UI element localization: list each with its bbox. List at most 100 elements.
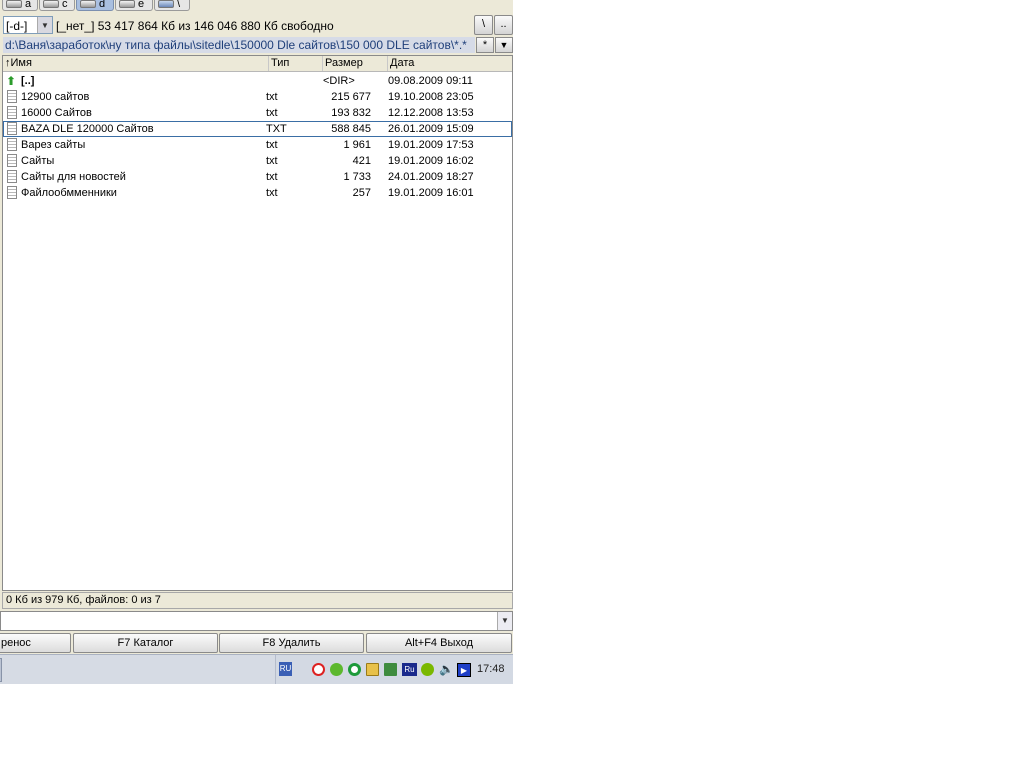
- taskbar-button[interactable]: [0, 658, 2, 682]
- text-file-icon: [7, 90, 17, 103]
- drive-button-network[interactable]: \: [154, 0, 190, 11]
- envelope-icon[interactable]: [366, 663, 379, 676]
- f6-move-button[interactable]: ренос: [0, 633, 71, 653]
- file-name: Сайты для новостей: [21, 171, 126, 183]
- text-file-icon: [7, 154, 17, 167]
- drive-letter: e: [138, 0, 145, 10]
- parent-dir-button[interactable]: ..: [494, 15, 513, 35]
- free-space-label: [_нет_] 53 417 864 Кб из 146 046 880 Кб …: [56, 19, 334, 33]
- text-file-icon: [7, 170, 17, 183]
- chevron-down-icon: ▼: [499, 40, 509, 50]
- function-key-bar: ренос F7 Каталог F8 Удалить Alt+F4 Выход: [0, 633, 513, 653]
- f7-mkdir-button[interactable]: F7 Каталог: [73, 633, 218, 653]
- file-type: txt: [266, 171, 278, 183]
- file-date: 19.01.2009 17:53: [388, 139, 474, 151]
- network-drive-icon: [158, 0, 174, 8]
- hard-drive-icon: [43, 0, 59, 8]
- cd-drive-icon: [119, 0, 135, 8]
- lang-indicator[interactable]: Ru: [402, 663, 417, 676]
- clock: 17:48: [477, 663, 505, 675]
- drive-letter: \: [177, 0, 181, 10]
- list-item[interactable]: 12900 сайтов txt 215 677 19.10.2008 23:0…: [3, 89, 512, 105]
- alt-f4-exit-button[interactable]: Alt+F4 Выход: [366, 633, 512, 653]
- history-star-button[interactable]: *: [476, 37, 494, 53]
- file-date: 19.10.2008 23:05: [388, 91, 474, 103]
- drive-button-c[interactable]: c: [39, 0, 75, 11]
- column-name[interactable]: ↑Имя: [3, 56, 269, 71]
- file-type: txt: [266, 139, 278, 151]
- drive-info-row: [-d-] ▼ [_нет_] 53 417 864 Кб из 146 046…: [0, 14, 513, 36]
- hotlist-dropdown-button[interactable]: ▼: [495, 37, 513, 53]
- total-commander-window: a c d e \ [-d-] ▼ [_нет_] 53 417 864 Кб …: [0, 0, 513, 684]
- drive-letter: d: [99, 0, 106, 10]
- path-row: d:\Ваня\заработок\ну типа файлы\sitedle\…: [0, 37, 513, 53]
- volume-icon[interactable]: 🔈: [439, 663, 454, 676]
- file-size: 1 733: [343, 171, 371, 183]
- file-size: 215 677: [331, 91, 371, 103]
- file-list: ⬆ [..] <DIR> 09.08.2009 09:11 12900 сайт…: [3, 73, 512, 201]
- list-item[interactable]: 16000 Сайтов txt 193 832 12.12.2008 13:5…: [3, 105, 512, 121]
- drive-button-e[interactable]: e: [115, 0, 153, 11]
- drive-select-value: [-d-]: [6, 19, 28, 33]
- file-panel[interactable]: ↑Имя Тип Размер Дата ⬆ [..] <DIR> 09.08.…: [2, 55, 513, 591]
- file-name: [..]: [21, 75, 35, 87]
- list-item[interactable]: Сайты txt 421 19.01.2009 16:02: [3, 153, 512, 169]
- network-icon[interactable]: [384, 663, 397, 676]
- drive-select[interactable]: [-d-] ▼: [3, 16, 53, 34]
- column-date[interactable]: Дата: [388, 56, 512, 71]
- list-item-selected[interactable]: BAZA DLE 120000 Сайтов TXT 588 845 26.01…: [3, 121, 512, 137]
- drive-button-d[interactable]: d: [76, 0, 114, 11]
- root-dir-button[interactable]: \: [474, 15, 493, 35]
- current-path[interactable]: d:\Ваня\заработок\ну типа файлы\sitedle\…: [3, 37, 475, 53]
- file-type: txt: [266, 155, 278, 167]
- file-size: 588 845: [331, 123, 371, 135]
- text-file-icon: [7, 122, 17, 135]
- command-line-input[interactable]: ▼: [0, 611, 513, 631]
- green-circle-icon[interactable]: [348, 663, 361, 676]
- list-item[interactable]: Варез сайты txt 1 961 19.01.2009 17:53: [3, 137, 512, 153]
- file-name: 16000 Сайтов: [21, 107, 92, 119]
- file-name: Сайты: [21, 155, 55, 167]
- file-date: 26.01.2009 15:09: [388, 123, 474, 135]
- file-name: Файлообмменники: [21, 187, 117, 199]
- drive-buttons-bar: a c d e \: [0, 0, 513, 12]
- file-type: txt: [266, 187, 278, 199]
- file-name: BAZA DLE 120000 Сайтов: [21, 123, 154, 135]
- file-date: 12.12.2008 13:53: [388, 107, 474, 119]
- up-arrow-icon: ⬆: [6, 74, 17, 88]
- chevron-down-icon[interactable]: ▼: [497, 612, 512, 630]
- list-item[interactable]: Сайты для новостей txt 1 733 24.01.2009 …: [3, 169, 512, 185]
- hard-drive-icon: [80, 0, 96, 8]
- language-bar[interactable]: RU: [279, 662, 292, 676]
- file-type: TXT: [266, 123, 287, 135]
- file-size: 257: [352, 187, 371, 199]
- column-type[interactable]: Тип: [269, 56, 323, 71]
- opera-icon[interactable]: [312, 663, 325, 676]
- file-size: 1 961: [343, 139, 371, 151]
- file-name: Варез сайты: [21, 139, 86, 151]
- file-type: txt: [266, 91, 278, 103]
- file-date: 09.08.2009 09:11: [388, 75, 473, 87]
- column-size[interactable]: Размер: [323, 56, 388, 71]
- text-file-icon: [7, 106, 17, 119]
- file-size: 421: [352, 155, 371, 167]
- f8-delete-button[interactable]: F8 Удалить: [219, 633, 364, 653]
- media-player-icon[interactable]: ▶: [457, 663, 471, 677]
- taskbar: RU Ru 🔈 ▶ 17:48: [0, 654, 513, 684]
- list-item-parent[interactable]: ⬆ [..] <DIR> 09.08.2009 09:11: [3, 73, 512, 89]
- file-size: 193 832: [331, 107, 371, 119]
- chevron-down-icon[interactable]: ▼: [37, 17, 52, 33]
- list-item[interactable]: Файлообмменники txt 257 19.01.2009 16:01: [3, 185, 512, 201]
- file-type: txt: [266, 107, 278, 119]
- file-name: 12900 сайтов: [21, 91, 90, 103]
- column-header: ↑Имя Тип Размер Дата: [3, 56, 512, 72]
- file-date: 24.01.2009 18:27: [388, 171, 474, 183]
- selection-status: 0 Кб из 979 Кб, файлов: 0 из 7: [2, 592, 513, 609]
- system-tray: RU Ru 🔈 ▶ 17:48: [275, 655, 513, 684]
- nvidia-icon[interactable]: [421, 663, 434, 676]
- green-flower-icon[interactable]: [330, 663, 343, 676]
- drive-letter: a: [25, 0, 32, 10]
- drive-button-a[interactable]: a: [2, 0, 38, 11]
- file-date: 19.01.2009 16:01: [388, 187, 474, 199]
- floppy-drive-icon: [6, 0, 22, 8]
